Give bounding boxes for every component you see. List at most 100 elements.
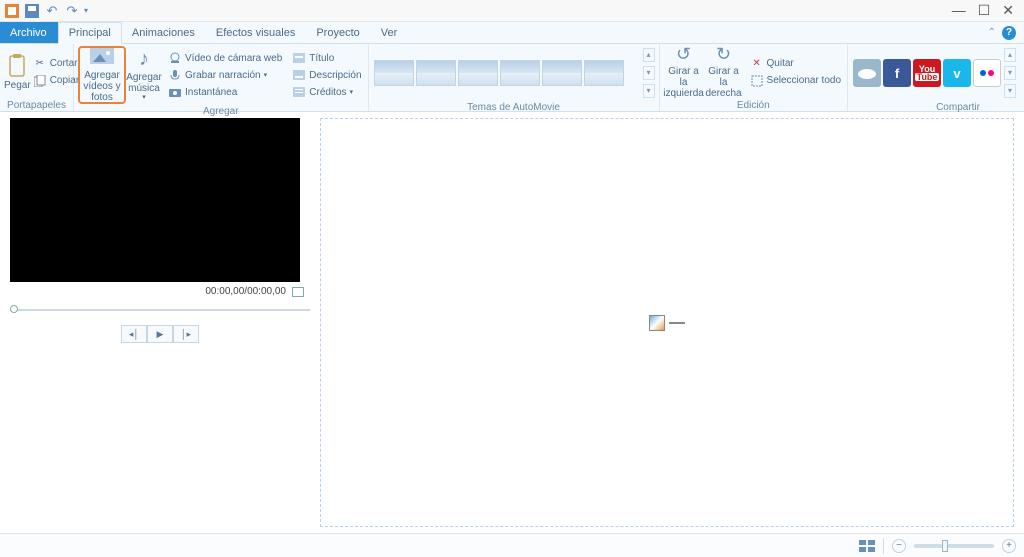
share-scroll: ▴ ▾ ▾ <box>1004 46 1016 100</box>
webcam-icon <box>168 51 182 65</box>
share-more-icon[interactable]: ▾ <box>1004 84 1016 98</box>
ribbon: Pegar ✂ Cortar Copiar Portapapeles <box>0 44 1024 112</box>
credits-button[interactable]: Créditos ▾ <box>290 84 363 100</box>
tab-file[interactable]: Archivo <box>0 22 58 43</box>
collapse-ribbon-icon[interactable]: ⌃ <box>988 27 996 38</box>
snapshot-button[interactable]: Instantánea <box>166 84 284 100</box>
statusbar: − + <box>0 533 1024 557</box>
share-flickr-button[interactable] <box>973 59 1001 87</box>
automovie-theme[interactable] <box>542 60 582 86</box>
photo-video-icon <box>90 48 114 68</box>
add-music-label: Agregar música <box>126 72 162 94</box>
clipboard-icon <box>5 54 29 78</box>
storyboard[interactable] <box>320 118 1014 527</box>
tab-efectos-visuales[interactable]: Efectos visuales <box>206 22 306 43</box>
preview-time-area: 00:00,00/00:00,00 <box>10 282 310 301</box>
statusbar-separator <box>883 538 884 554</box>
select-all-button[interactable]: Seleccionar todo <box>748 73 844 89</box>
automovie-theme[interactable] <box>416 60 456 86</box>
gallery-up-icon[interactable]: ▴ <box>643 48 655 62</box>
select-all-icon <box>750 74 764 88</box>
gallery-scroll: ▴ ▾ ▾ <box>643 46 655 100</box>
add-music-button[interactable]: ♪ Agregar música ▾ <box>126 49 162 101</box>
preview-timecode: 00:00,00/00:00,00 <box>205 286 286 297</box>
zoom-knob[interactable] <box>942 540 948 552</box>
share-down-icon[interactable]: ▾ <box>1004 66 1016 80</box>
view-thumbnails-icon[interactable] <box>859 540 875 552</box>
dropdown-icon: ▾ <box>264 71 268 79</box>
qat-dropdown-icon[interactable]: ▾ <box>84 6 88 15</box>
share-skydrive-button[interactable] <box>853 59 881 87</box>
tab-principal[interactable]: Principal <box>58 22 122 44</box>
playback-controls: ◂│ ▶ │▸ <box>10 325 310 343</box>
group-automovie-label: Temas de AutoMovie <box>369 102 659 115</box>
preview-seek-slider[interactable] <box>10 305 310 315</box>
automovie-theme[interactable] <box>584 60 624 86</box>
maximize-button[interactable]: ☐ <box>978 2 991 19</box>
automovie-gallery[interactable] <box>373 59 643 87</box>
seek-knob[interactable] <box>10 305 18 313</box>
paste-button[interactable]: Pegar <box>4 46 31 98</box>
tab-animaciones[interactable]: Animaciones <box>122 22 206 43</box>
undo-icon[interactable]: ↶ <box>44 3 60 19</box>
description-icon <box>292 68 306 82</box>
description-label: Descripción <box>309 70 361 81</box>
rotate-left-button[interactable]: ↺ Girar a la izquierda <box>664 46 704 98</box>
zoom-slider[interactable] <box>914 544 994 548</box>
dropdown-icon: ▾ <box>350 88 354 96</box>
app-icon <box>4 3 20 19</box>
clip-duration-bar <box>669 322 685 324</box>
next-frame-button[interactable]: │▸ <box>173 325 199 343</box>
clip-thumbnail-icon <box>649 315 665 331</box>
fullscreen-icon[interactable] <box>292 287 304 297</box>
rotate-right-button[interactable]: ↻ Girar a la derecha <box>704 46 744 98</box>
play-button[interactable]: ▶ <box>147 325 173 343</box>
credits-label: Créditos <box>309 87 346 98</box>
music-note-icon: ♪ <box>132 48 156 70</box>
rotate-left-label: Girar a la izquierda <box>663 66 704 99</box>
automovie-theme[interactable] <box>458 60 498 86</box>
save-movie-button[interactable]: Guardar película ▾ <box>1020 47 1024 99</box>
title-icon <box>292 51 306 65</box>
save-icon[interactable] <box>24 3 40 19</box>
automovie-theme[interactable] <box>500 60 540 86</box>
preview-pane: 00:00,00/00:00,00 ◂│ ▶ │▸ <box>0 112 320 533</box>
zoom-out-button[interactable]: − <box>892 539 906 553</box>
remove-button[interactable]: ✕ Quitar <box>748 56 844 72</box>
dropdown-icon: ▾ <box>142 94 146 102</box>
description-button[interactable]: Descripción <box>290 67 363 83</box>
credits-icon <box>292 85 306 99</box>
main-area: 00:00,00/00:00,00 ◂│ ▶ │▸ <box>0 112 1024 533</box>
minimize-button[interactable]: — <box>952 2 966 19</box>
share-vimeo-button[interactable]: v <box>943 59 971 87</box>
title-button[interactable]: Título <box>290 50 363 66</box>
quick-access-toolbar: ↶ ↷ ▾ <box>4 3 88 19</box>
tab-ver[interactable]: Ver <box>371 22 409 43</box>
share-youtube-button[interactable]: YouTube <box>913 59 941 87</box>
share-facebook-button[interactable]: f <box>883 59 911 87</box>
add-videos-photos-button[interactable]: Agregar vídeos y fotos <box>81 49 123 101</box>
storyboard-clip[interactable] <box>649 315 685 331</box>
group-automovie: ▴ ▾ ▾ Temas de AutoMovie <box>369 44 660 111</box>
record-narration-button[interactable]: Grabar narración ▾ <box>166 67 284 83</box>
share-up-icon[interactable]: ▴ <box>1004 48 1016 62</box>
delete-icon: ✕ <box>750 57 764 71</box>
automovie-theme[interactable] <box>374 60 414 86</box>
gallery-more-icon[interactable]: ▾ <box>643 84 655 98</box>
help-icon[interactable]: ? <box>1002 26 1016 40</box>
gallery-down-icon[interactable]: ▾ <box>643 66 655 80</box>
zoom-in-button[interactable]: + <box>1002 539 1016 553</box>
scissors-icon: ✂ <box>33 57 47 71</box>
prev-frame-button[interactable]: ◂│ <box>121 325 147 343</box>
redo-icon[interactable]: ↷ <box>64 3 80 19</box>
microphone-icon <box>168 68 182 82</box>
webcam-video-button[interactable]: Vídeo de cámara web <box>166 50 284 66</box>
ribbon-tabs: Archivo Principal Animaciones Efectos vi… <box>0 22 1024 44</box>
video-preview[interactable] <box>10 118 300 282</box>
group-editing: ↺ Girar a la izquierda ↻ Girar a la dere… <box>660 44 849 111</box>
add-videos-photos-label: Agregar vídeos y fotos <box>81 70 123 103</box>
window-controls: — ☐ ✕ <box>952 2 1020 19</box>
tab-proyecto[interactable]: Proyecto <box>306 22 370 43</box>
close-button[interactable]: ✕ <box>1002 2 1014 19</box>
ribbon-help-area: ⌃ ? <box>980 22 1024 43</box>
